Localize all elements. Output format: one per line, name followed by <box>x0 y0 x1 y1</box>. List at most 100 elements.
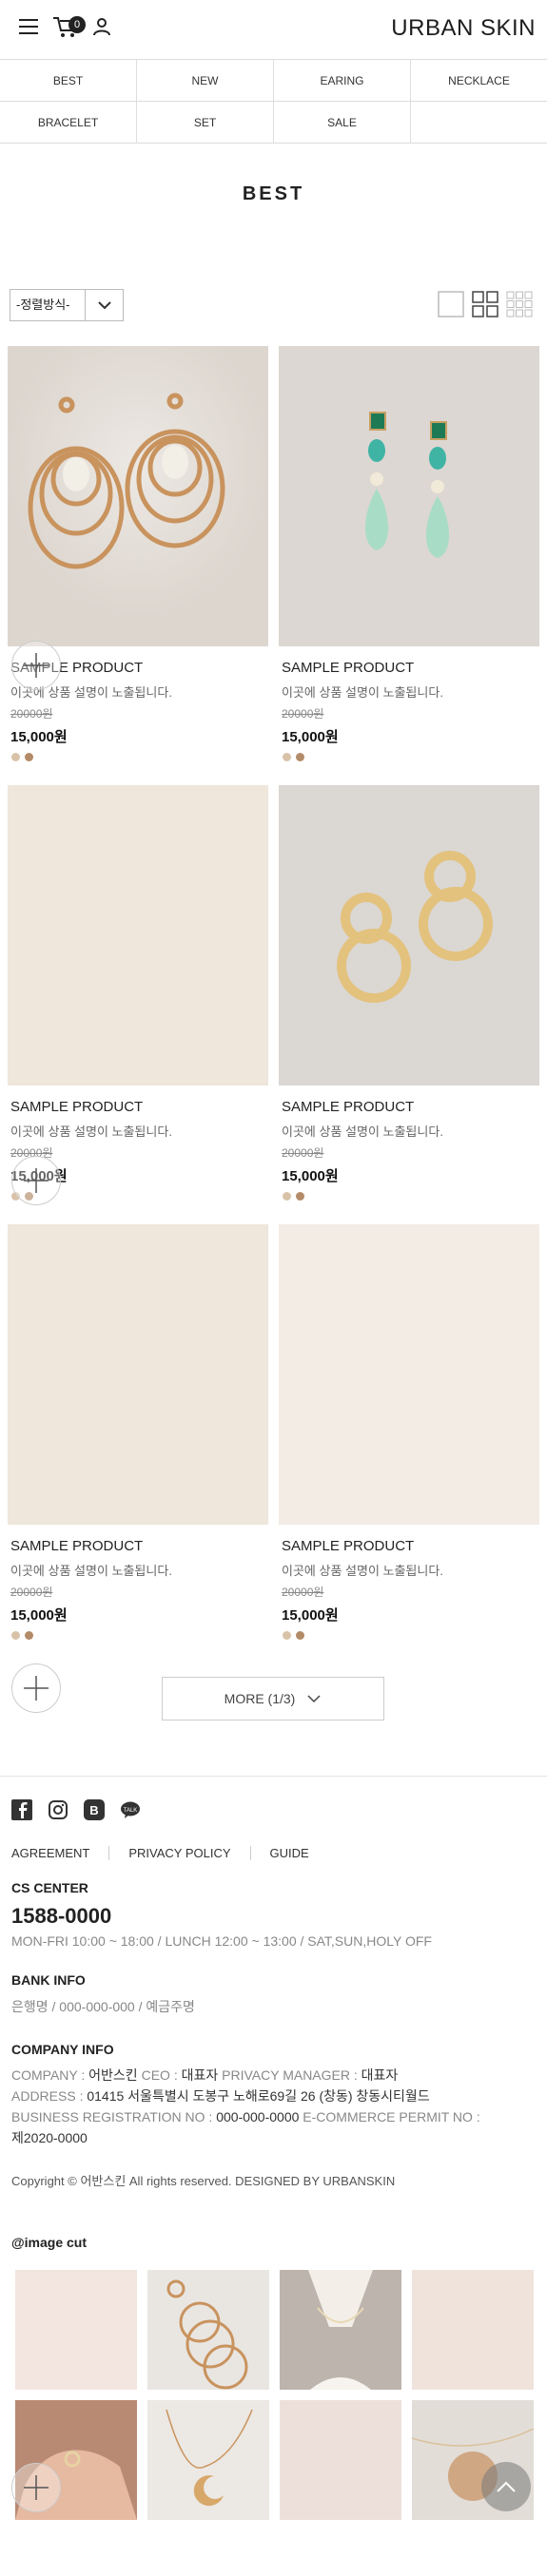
sort-select[interactable]: -정렬방식- <box>10 289 124 321</box>
color-swatch <box>11 753 20 761</box>
product-image[interactable] <box>279 785 539 1086</box>
nav-necklace[interactable]: NECKLACE <box>411 60 547 101</box>
svg-text:B: B <box>89 1803 98 1817</box>
nav-new[interactable]: NEW <box>137 60 274 101</box>
view-toggle <box>438 291 542 319</box>
instagram-image[interactable] <box>15 2270 137 2390</box>
business-reg-label: BUSINESS REGISTRATION NO : <box>11 2109 217 2124</box>
product-description: 이곳에 상품 설명이 노출됩니다. <box>282 1564 443 1578</box>
instagram-image[interactable] <box>147 2400 269 2520</box>
instagram-image[interactable] <box>280 2400 401 2520</box>
page-title: BEST <box>242 183 305 204</box>
product-card[interactable]: SAMPLE PRODUCT 이곳에 상품 설명이 노출됩니다. 20000원 … <box>8 785 268 1201</box>
product-description: 이곳에 상품 설명이 노출됩니다. <box>10 1564 172 1578</box>
nav-bracelet[interactable]: BRACELET <box>0 102 137 143</box>
scroll-top-button[interactable] <box>481 2462 531 2511</box>
brand-logo[interactable]: URBAN SKIN <box>391 15 536 42</box>
cs-phone[interactable]: 1588-0000 <box>11 1904 111 1929</box>
color-swatch <box>25 1631 33 1640</box>
product-card[interactable]: SAMPLE PRODUCT 이곳에 상품 설명이 노출됩니다. 20000원 … <box>8 346 268 761</box>
product-name[interactable]: SAMPLE PRODUCT <box>282 1099 414 1115</box>
guide-link[interactable]: GUIDE <box>249 1846 328 1860</box>
plus-icon[interactable] <box>11 1156 61 1205</box>
product-price: 15,000원 <box>282 1607 339 1624</box>
company-label: COMPANY : <box>11 2067 89 2083</box>
product-original-price: 20000원 <box>282 707 324 721</box>
nav-earing[interactable]: EARING <box>274 60 411 101</box>
instagram-image[interactable] <box>412 2270 534 2390</box>
chevron-down-icon[interactable] <box>85 290 123 320</box>
product-original-price: 20000원 <box>10 707 53 721</box>
cs-center-title: CS CENTER <box>11 1880 88 1895</box>
color-swatch <box>296 1192 304 1201</box>
more-label: MORE (1/3) <box>224 1691 296 1706</box>
product-original-price: 20000원 <box>282 1146 324 1160</box>
cart-count-badge: 0 <box>68 16 86 33</box>
privacy-manager: 대표자 <box>361 2067 399 2083</box>
product-price: 15,000원 <box>282 1168 339 1184</box>
category-nav: BEST NEW EARING NECKLACE BRACELET SET SA… <box>0 59 547 144</box>
product-image[interactable] <box>279 346 539 646</box>
product-image[interactable] <box>8 346 268 646</box>
nav-set[interactable]: SET <box>137 102 274 143</box>
product-original-price: 20000원 <box>10 1586 53 1599</box>
grid-1-icon[interactable] <box>438 291 464 317</box>
user-icon[interactable] <box>92 17 111 36</box>
nav-sale[interactable]: SALE <box>274 102 411 143</box>
product-price: 15,000원 <box>10 729 68 745</box>
plus-icon[interactable] <box>11 1663 61 1713</box>
product-image[interactable] <box>8 1224 268 1525</box>
ceo-label: CEO : <box>137 2067 182 2083</box>
product-description: 이곳에 상품 설명이 노출됩니다. <box>282 1125 443 1139</box>
address: 01415 서울특별시 도봉구 노해로69길 26 (창동) 창동시티월드 <box>87 2088 430 2104</box>
social-links: B TALK <box>11 1799 141 1820</box>
grid-2-icon[interactable] <box>472 291 498 317</box>
color-swatch <box>296 753 304 761</box>
facebook-icon[interactable] <box>11 1799 32 1820</box>
bank-info: 은행명 / 000-000-000 / 예금주명 <box>11 1999 195 2014</box>
product-card[interactable]: SAMPLE PRODUCT 이곳에 상품 설명이 노출됩니다. 20000원 … <box>8 1224 268 1640</box>
chevron-up-icon <box>497 2481 516 2492</box>
product-name[interactable]: SAMPLE PRODUCT <box>10 1538 143 1554</box>
product-card[interactable]: SAMPLE PRODUCT 이곳에 상품 설명이 노출됩니다. 20000원 … <box>279 1224 539 1640</box>
company-name: 어반스킨 <box>88 2067 138 2083</box>
product-image[interactable] <box>8 785 268 1086</box>
product-description: 이곳에 상품 설명이 노출됩니다. <box>10 1125 172 1139</box>
grid-3-icon[interactable] <box>506 291 533 317</box>
product-description: 이곳에 상품 설명이 노출됩니다. <box>282 685 443 700</box>
blog-icon[interactable]: B <box>84 1799 105 1820</box>
product-price: 15,000원 <box>282 729 339 745</box>
plus-icon[interactable] <box>11 2463 61 2512</box>
chevron-down-icon <box>307 1695 321 1703</box>
instagram-section-title: @image cut <box>11 2235 88 2250</box>
plus-icon[interactable] <box>11 641 61 690</box>
product-card[interactable]: SAMPLE PRODUCT 이곳에 상품 설명이 노출됩니다. 20000원 … <box>279 346 539 761</box>
color-swatch <box>296 1631 304 1640</box>
product-name[interactable]: SAMPLE PRODUCT <box>282 660 414 676</box>
menu-icon[interactable] <box>19 19 38 34</box>
product-name[interactable]: SAMPLE PRODUCT <box>10 1099 143 1115</box>
svg-text:TALK: TALK <box>124 1808 138 1814</box>
nav-empty <box>411 102 547 143</box>
privacy-manager-label: PRIVACY MANAGER : <box>218 2067 361 2083</box>
product-card[interactable]: SAMPLE PRODUCT 이곳에 상품 설명이 노출됩니다. 20000원 … <box>279 785 539 1201</box>
footer-divider <box>0 1776 547 1777</box>
copyright: Copyright © 어반스킨 All rights reserved. DE… <box>11 2174 396 2188</box>
kakao-icon[interactable]: TALK <box>120 1799 141 1820</box>
address-label: ADDRESS : <box>11 2088 88 2104</box>
instagram-icon[interactable] <box>48 1799 68 1820</box>
bank-info-title: BANK INFO <box>11 1972 86 1988</box>
color-swatch <box>283 753 291 761</box>
more-button[interactable]: MORE (1/3) <box>162 1677 384 1721</box>
instagram-image[interactable] <box>280 2270 401 2390</box>
instagram-image[interactable] <box>147 2270 269 2390</box>
agreement-link[interactable]: AGREEMENT <box>11 1846 108 1860</box>
ecommerce-permit-label: E-COMMERCE PERMIT NO : <box>299 2109 480 2124</box>
cs-hours: MON-FRI 10:00 ~ 18:00 / LUNCH 12:00 ~ 13… <box>11 1933 432 1949</box>
nav-best[interactable]: BEST <box>0 60 137 101</box>
product-image[interactable] <box>279 1224 539 1525</box>
privacy-policy-link[interactable]: PRIVACY POLICY <box>108 1846 249 1860</box>
product-price: 15,000원 <box>10 1607 68 1624</box>
color-swatch <box>283 1631 291 1640</box>
product-name[interactable]: SAMPLE PRODUCT <box>282 1538 414 1554</box>
